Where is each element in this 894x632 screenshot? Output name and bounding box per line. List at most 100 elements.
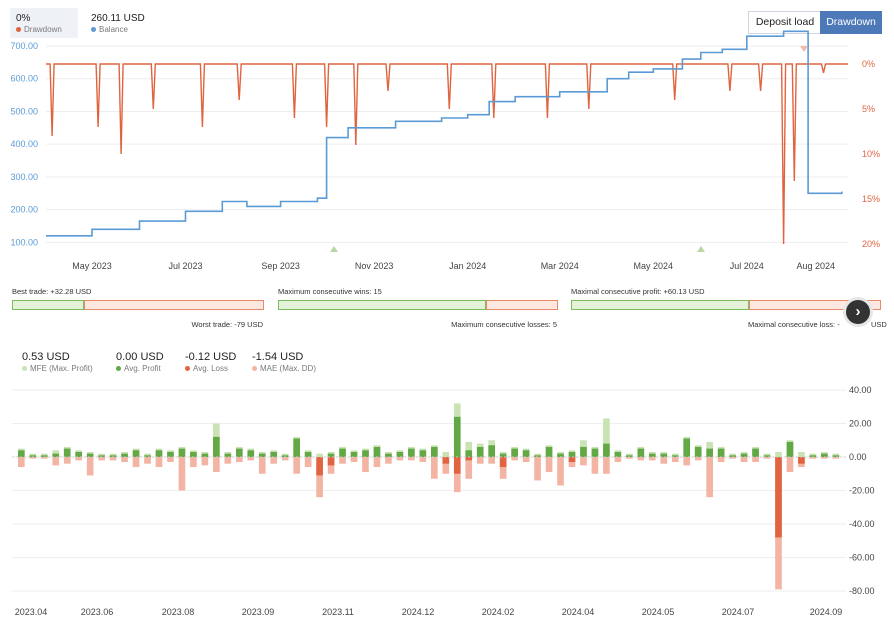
- chevron-right-icon: ›: [855, 303, 861, 320]
- y-right-tick: 15%: [862, 194, 880, 204]
- balance-drawdown-chart[interactable]: 700.00 600.00 500.00 400.00 300.00 200.00 100.…: [0, 0, 894, 285]
- profit-bar: [385, 453, 392, 457]
- mae-bar: [281, 457, 289, 461]
- profit-bar: [511, 448, 518, 457]
- profit-bar: [18, 450, 25, 457]
- dashboard: 0% Drawdown 260.11 USD Balance Deposit l…: [0, 0, 894, 628]
- y-left-tick: 300.00: [10, 172, 38, 182]
- profit-bar: [201, 453, 209, 457]
- profit-bar: [132, 450, 140, 457]
- mae-bar: [190, 457, 197, 468]
- x-tick: May 2024: [633, 261, 673, 271]
- profit-bar: [694, 446, 702, 457]
- legend-dot-icon: [252, 366, 257, 372]
- profit-bar: [304, 451, 312, 457]
- mae-bar: [476, 457, 484, 464]
- mae-bar: [740, 457, 748, 463]
- profit-bar: [465, 450, 473, 457]
- x-tick: 2024.07: [722, 607, 755, 617]
- mae-bar: [213, 457, 220, 473]
- profit-bar: [224, 453, 232, 457]
- profit-bar: [373, 446, 381, 457]
- profit-bar: [270, 451, 278, 457]
- max-consec-profit-label: Maximal consecutive profit: +60.13 USD: [571, 287, 705, 296]
- withdraw-marker-icon: [800, 46, 808, 52]
- profit-bar: [717, 448, 725, 457]
- profit-bar: [637, 448, 645, 457]
- mae-bar: [591, 457, 599, 474]
- mae-bar: [121, 457, 128, 463]
- mfe-bar: [798, 451, 805, 457]
- mae-bar: [247, 457, 255, 461]
- mae-bar: [98, 457, 105, 461]
- mae-bar: [557, 457, 564, 486]
- profit-bar: [350, 451, 358, 457]
- profit-bar: [603, 443, 610, 457]
- loss-bar: [499, 457, 507, 468]
- y-left-tick: 500.00: [10, 106, 38, 116]
- y-tick: 20.00: [849, 419, 872, 429]
- x-tick: 2023.08: [162, 607, 195, 617]
- x-tick: 2023.04: [15, 607, 48, 617]
- mae-bar: [408, 457, 415, 461]
- legend-dot-icon: [22, 366, 27, 372]
- profit-bar: [522, 450, 530, 457]
- mae-bar: [109, 457, 117, 461]
- loss-bar: [442, 457, 450, 464]
- x-tick: 2023.09: [242, 607, 275, 617]
- mae-bar: [752, 457, 759, 463]
- mae-bar: [534, 457, 541, 481]
- profit-bar: [499, 453, 507, 457]
- x-tick: 2024.02: [482, 607, 515, 617]
- x-tick: 2023.06: [81, 607, 114, 617]
- best-worst-bar: [12, 300, 264, 310]
- x-tick: 2024.04: [562, 607, 595, 617]
- mae-bar: [258, 457, 266, 474]
- worst-trade-label: Worst trade: -79 USD: [191, 320, 263, 329]
- mae-bar: [75, 457, 83, 461]
- y-right-tick: 10%: [862, 149, 880, 159]
- mae-bar: [431, 457, 438, 479]
- mae-bar: [350, 457, 358, 463]
- profit-bar: [740, 453, 748, 457]
- profit-bar: [614, 451, 622, 457]
- summary-value: -1.54 USD: [252, 351, 304, 363]
- deposit-marker-icon: [330, 246, 338, 252]
- mae-bar: [18, 457, 25, 468]
- y-left-tick: 200.00: [10, 205, 38, 215]
- profit-bar: [396, 451, 404, 457]
- profit-bar: [476, 446, 484, 457]
- loss-bar: [568, 457, 576, 463]
- mfe-mae-bar-chart[interactable]: 40.00 20.00 0.00 -20.00 -40.00 -60.00 -80.00 20…: [0, 372, 894, 632]
- profit-bar: [327, 453, 335, 457]
- x-tick: Jul 2024: [730, 261, 764, 271]
- mae-bar: [706, 457, 713, 498]
- max-consec-loss-tail: USD: [871, 320, 887, 329]
- max-consec-loss-label: Maximal consecutive loss: -: [748, 320, 840, 329]
- x-tick: May 2023: [72, 261, 112, 271]
- x-tick: 2024.09: [810, 607, 843, 617]
- loss-bar: [327, 457, 335, 466]
- profit-bar: [580, 446, 587, 457]
- next-arrow-button[interactable]: ›: [846, 300, 870, 324]
- summary-value: -0.12 USD: [185, 351, 237, 363]
- profit-bar: [190, 451, 197, 457]
- profit-bar: [258, 453, 266, 457]
- y-left-tick: 100.00: [10, 237, 38, 247]
- profit-bar: [75, 451, 83, 457]
- mae-bar: [304, 457, 312, 468]
- consec-profit-loss-bar: [571, 300, 881, 310]
- max-consec-wins-label: Maximum consecutive wins: 15: [278, 287, 382, 296]
- y-tick: -40.00: [849, 519, 875, 529]
- mfe-bar: [775, 451, 782, 457]
- x-tick: Jan 2024: [449, 261, 486, 271]
- max-consec-losses-label: Maximum consecutive losses: 5: [451, 320, 557, 329]
- x-tick: 2024.05: [642, 607, 675, 617]
- profit-bar: [247, 450, 255, 457]
- mae-bar: [270, 457, 278, 464]
- mae-bar: [52, 457, 60, 466]
- profit-bar: [362, 450, 369, 457]
- legend-dot-icon: [185, 366, 190, 372]
- mae-bar: [339, 457, 346, 464]
- mae-bar: [786, 457, 794, 473]
